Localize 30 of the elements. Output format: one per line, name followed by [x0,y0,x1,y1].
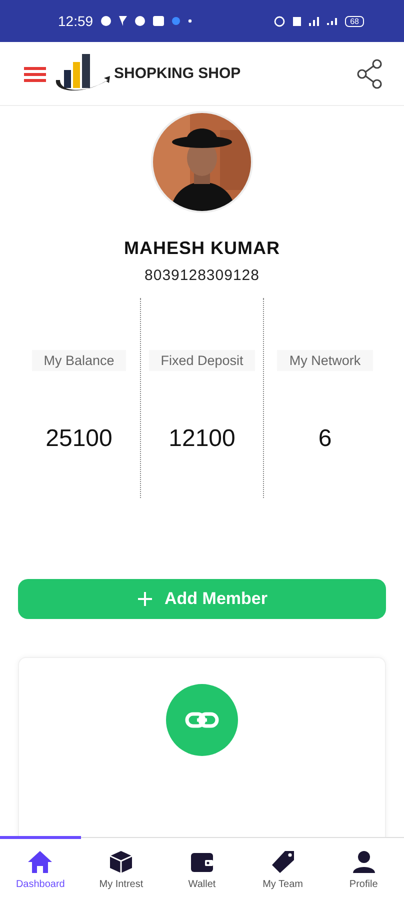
stat-value: 25100 [46,425,112,453]
cube-icon [108,850,134,874]
nav-tab[interactable]: Dashboard [0,836,81,900]
more-dot-icon [188,19,192,23]
cloud-icon [172,17,180,25]
person-icon [350,850,377,874]
nav-tab[interactable]: Wallet [162,836,242,900]
phone-number: 8039128309128 [144,267,260,284]
nav-tab[interactable]: My Team [242,836,324,900]
stat-value: 6 [318,425,332,453]
user-name: MAHESH KUMAR [124,238,280,259]
nav-tab[interactable]: Profile [323,836,404,900]
signal-icon [309,16,320,26]
nav-tab[interactable]: My Intrest [80,836,162,900]
battery-level: 68 [345,16,364,26]
share-icon[interactable] [356,58,384,88]
stat-label: My Balance [32,350,126,371]
plus-icon [136,591,153,607]
app-notification-icon [101,16,112,26]
stat-label: My Network [277,350,373,371]
clock-time: 12:59 [58,13,94,29]
video-icon [153,16,164,26]
alarm-icon [274,16,286,26]
stat-label: Fixed Deposit [148,350,256,371]
home-icon [27,850,54,874]
stat-value: 12100 [168,425,236,453]
tag-icon [270,850,296,874]
app-notification-icon [135,16,146,26]
app-title: SHOPKING SHOP [114,65,241,82]
signal-icon [327,18,338,24]
